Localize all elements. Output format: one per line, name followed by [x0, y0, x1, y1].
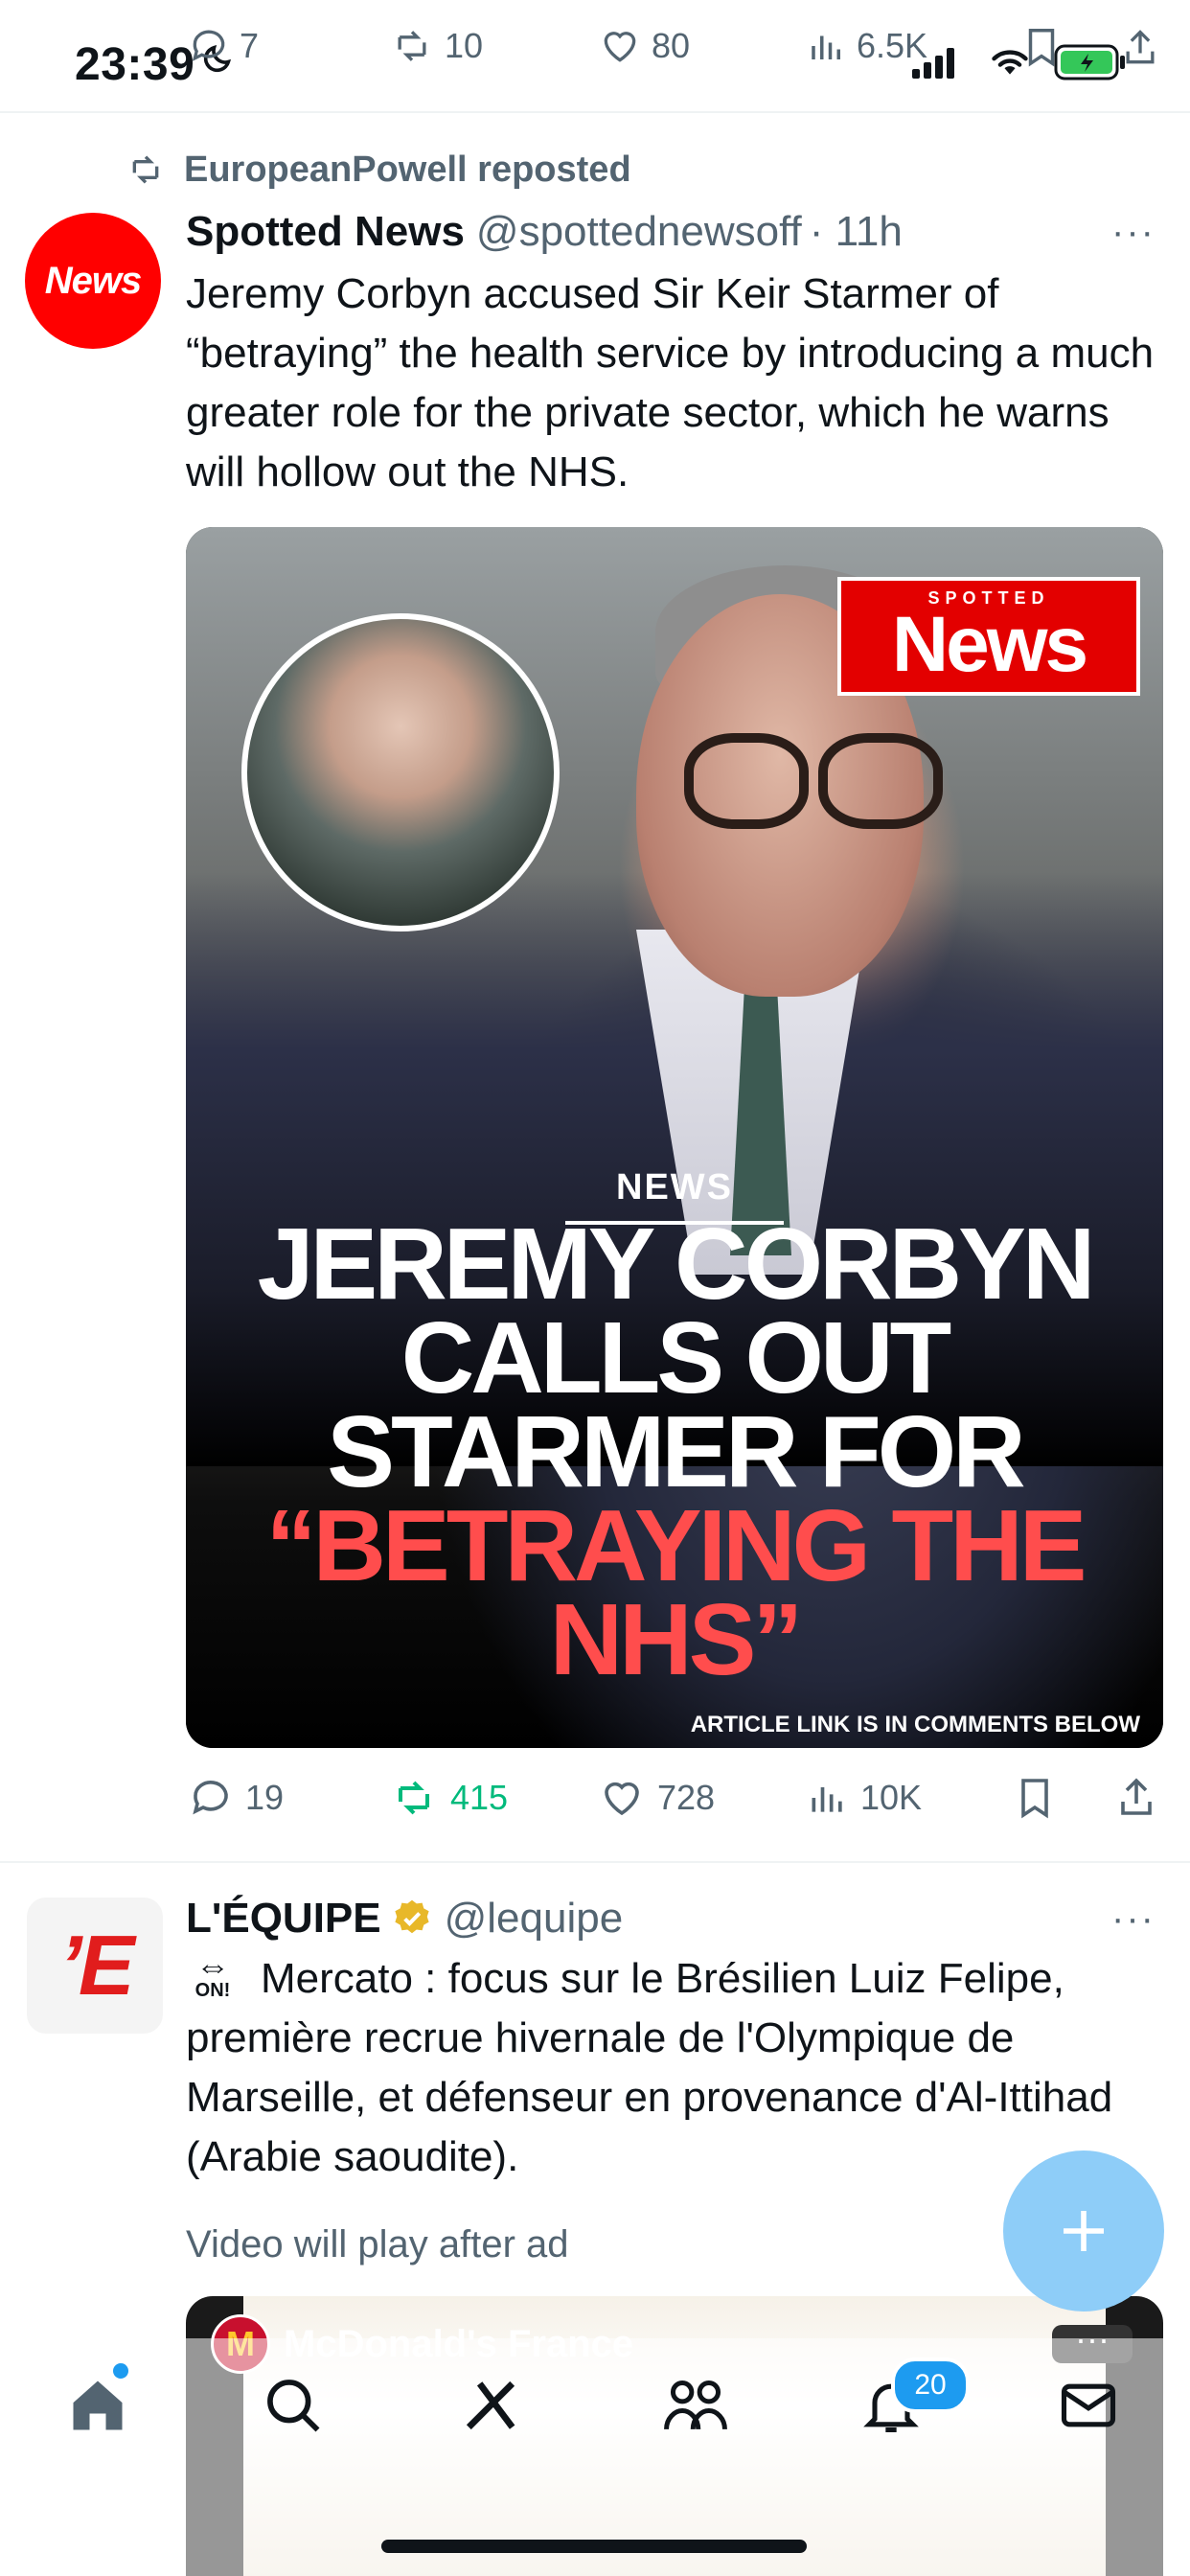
home-icon[interactable]: [65, 2373, 130, 2438]
image-glasses-left: [684, 733, 809, 829]
post-divider: [0, 1861, 1190, 1863]
like-count: 728: [657, 1778, 716, 1817]
overlay-like-count: 80: [652, 26, 691, 65]
views-button[interactable]: 10K: [807, 1775, 922, 1821]
grok-icon[interactable]: [458, 2373, 523, 2438]
author-name[interactable]: L'ÉQUIPE: [186, 1895, 381, 1943]
reply-count: 19: [245, 1778, 285, 1817]
overlay-like-stat[interactable]: 80: [598, 25, 690, 67]
compose-button[interactable]: [1003, 2150, 1164, 2312]
post-text-body: Mercato : focus sur le Brésilien Luiz Fe…: [186, 1955, 1113, 2180]
post-text: ⇔ ON! Mercato : focus sur le Brésilien L…: [186, 1949, 1173, 2187]
spotted-news-avatar[interactable]: News: [25, 213, 161, 349]
image-headline-red: “BETRAYING THE NHS”: [265, 1489, 1087, 1696]
on-badge-label: ON!: [195, 1980, 231, 2001]
image-headline: JEREMY CORBYN CALLS OUT STARMER FOR “BET…: [205, 1213, 1144, 1690]
ad-notice: Video will play after ad: [186, 2223, 569, 2266]
post-time: · 11h: [809, 208, 903, 255]
repost-context[interactable]: EuropeanPowell reposted: [125, 146, 631, 194]
swap-arrows-icon: ⇔: [195, 1946, 230, 1986]
repost-icon: [399, 1781, 429, 1815]
post-header: L'ÉQUIPE @lequipe: [186, 1888, 623, 1949]
image-news-logo: SPOTTED News: [837, 577, 1140, 696]
views-icon: [812, 1787, 842, 1812]
overlay-repost-stat[interactable]: 10: [389, 25, 483, 67]
communities-icon[interactable]: [661, 2373, 730, 2438]
more-options-button[interactable]: ···: [1111, 1898, 1156, 1941]
author-name[interactable]: Spotted News: [186, 208, 465, 256]
views-icon: [812, 35, 840, 59]
top-divider: [0, 111, 1190, 113]
bookmark-icon[interactable]: [1012, 1775, 1058, 1821]
repost-icon: [132, 155, 159, 184]
views-count: 10K: [860, 1778, 923, 1817]
mercato-on-badge: ⇔ ON!: [186, 1946, 240, 2001]
more-options-button[interactable]: ···: [1111, 211, 1156, 254]
overlay-repost-count: 10: [445, 26, 484, 65]
lequipe-avatar[interactable]: ’E: [27, 1898, 163, 2034]
overlay-views-stat[interactable]: 6.5K: [807, 25, 927, 67]
avatar-logo-text: News: [44, 259, 142, 302]
image-inset-portrait: [241, 613, 560, 932]
post-header: Spotted News @spottednewsoff · 11h: [186, 203, 903, 261]
heart-icon: [604, 32, 636, 62]
repost-button[interactable]: 415: [389, 1775, 508, 1821]
post-text: Jeremy Corbyn accused Sir Keir Starmer o…: [186, 270, 1155, 495]
image-logo-big-text: News: [891, 601, 1088, 688]
search-icon[interactable]: [261, 2373, 326, 2438]
overlay-reply-stat[interactable]: 7: [188, 25, 259, 67]
avatar-logo-text: ’E: [58, 1918, 134, 2012]
author-handle[interactable]: @lequipe: [445, 1895, 624, 1943]
notifications-count-badge: 20: [891, 2358, 970, 2413]
image-footer-text: ARTICLE LINK IS IN COMMENTS BELOW: [690, 1712, 1140, 1737]
image-headline-white: JEREMY CORBYN CALLS OUT STARMER FOR: [257, 1208, 1096, 1508]
image-kicker: NEWS: [616, 1167, 733, 1208]
cellular-signal-icon: [912, 48, 954, 79]
status-bar: 23:39 7 10 80 6.5K: [0, 0, 1190, 111]
post-image[interactable]: SPOTTED News NEWS JEREMY CORBYN CALLS OU…: [186, 527, 1163, 1748]
home-indicator[interactable]: [381, 2540, 807, 2553]
home-unread-dot: [113, 2363, 128, 2379]
image-glasses-right: [818, 733, 943, 829]
repost-icon: [398, 31, 426, 61]
author-handle[interactable]: @spottednewsoff: [476, 208, 802, 256]
battery-icon: [1054, 44, 1125, 80]
repost-count: 415: [450, 1778, 509, 1817]
verified-badge-icon: [395, 1899, 429, 1934]
overlay-reply-count: 7: [240, 26, 260, 65]
reply-icon: [192, 30, 225, 61]
reply-button[interactable]: 19: [188, 1775, 284, 1821]
reposted-by-label: EuropeanPowell reposted: [184, 149, 631, 190]
heart-icon: [605, 1782, 639, 1816]
status-time: 23:39: [75, 39, 195, 90]
share-overlay-icon: [1126, 30, 1155, 64]
like-button[interactable]: 728: [598, 1775, 715, 1821]
messages-envelope-icon[interactable]: [1056, 2373, 1121, 2438]
reply-icon: [193, 1781, 228, 1815]
share-icon[interactable]: [1113, 1775, 1159, 1821]
plus-icon: [1064, 2211, 1104, 2251]
